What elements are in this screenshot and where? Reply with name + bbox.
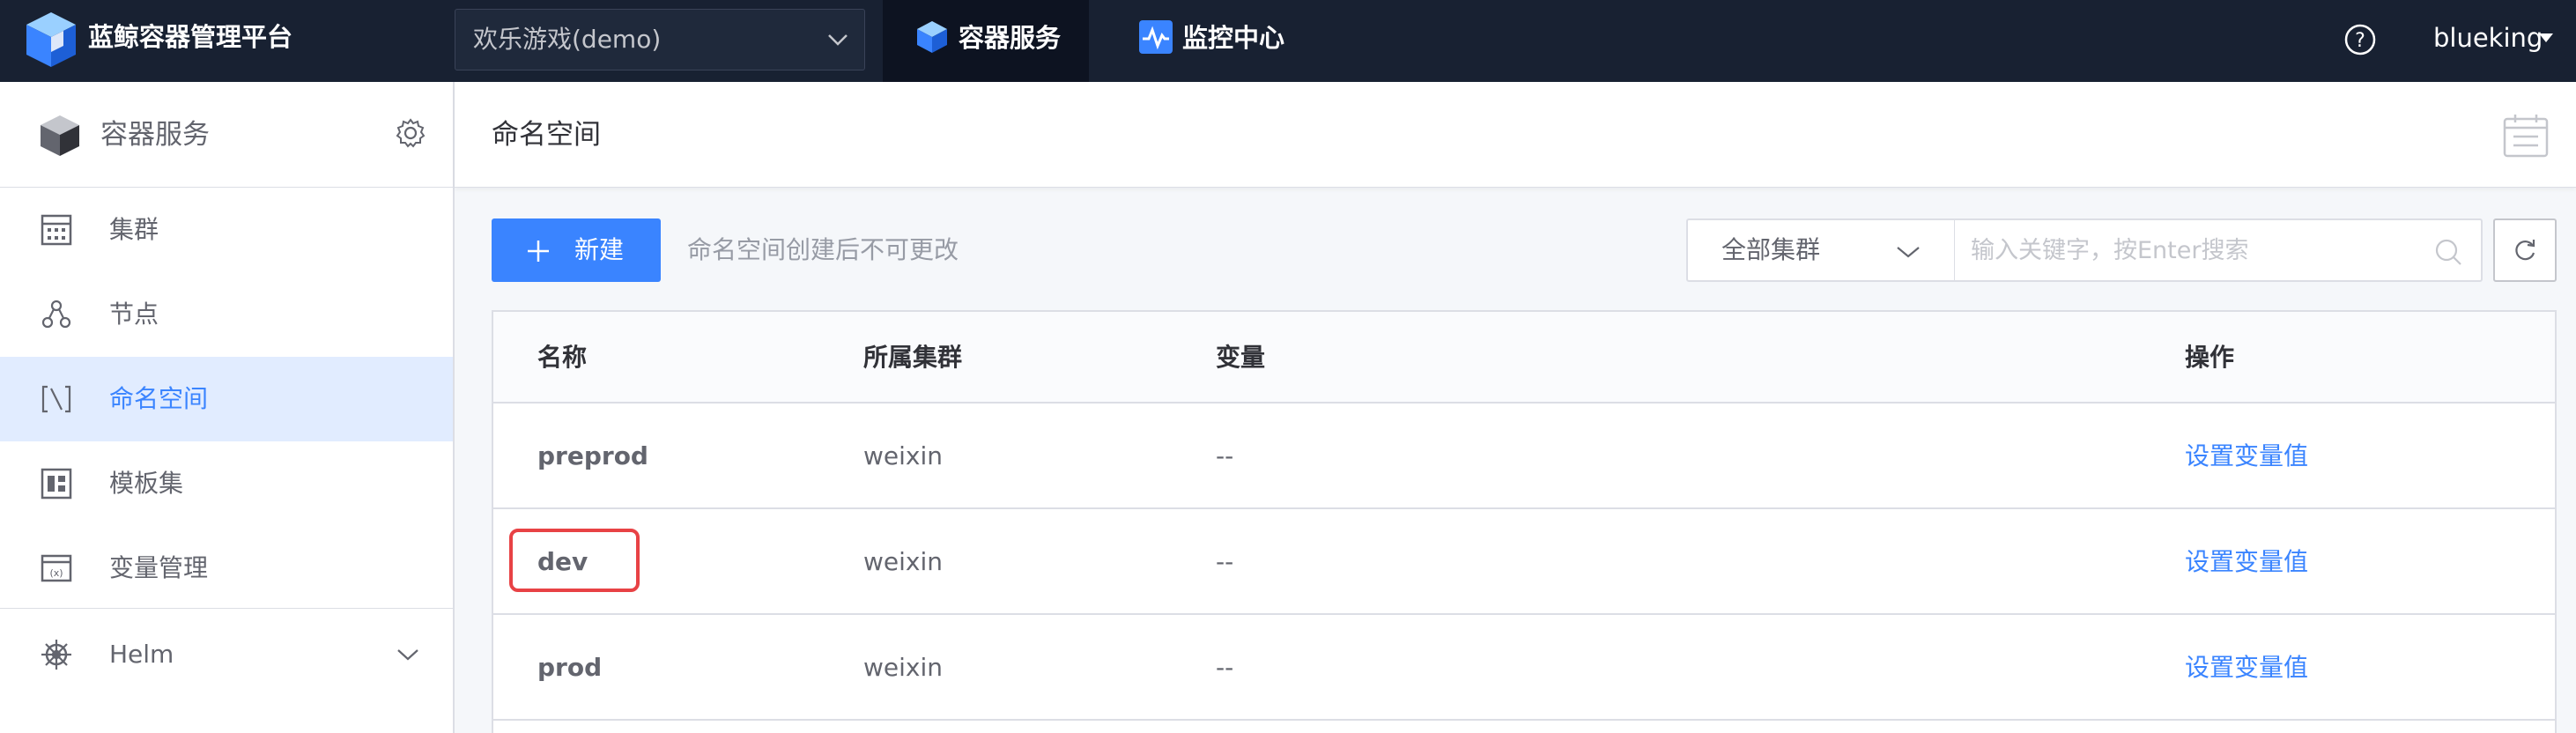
table-row: prod weixin -- 设置变量值 — [493, 615, 2555, 721]
namespace-cluster: weixin — [863, 441, 944, 470]
sidebar-item-label: 模板集 — [109, 469, 184, 498]
sidebar-item-template[interactable]: 模板集 — [0, 441, 453, 526]
template-icon — [41, 468, 72, 500]
sidebar-item-label: Helm — [109, 640, 174, 669]
nav-tab-monitor[interactable]: 监控中心 — [1089, 0, 1300, 82]
new-button-label: 新建 — [574, 235, 625, 264]
namespace-variables: -- — [1216, 653, 1234, 682]
top-nav-bar: 蓝鲸容器管理平台 欢乐游戏(demo) 容器服务 监控中心 ? blueking — [0, 0, 2576, 82]
namespace-cluster: weixin — [863, 547, 944, 576]
set-variable-link[interactable]: 设置变量值 — [2185, 404, 2308, 509]
sidebar-divider — [0, 608, 453, 609]
sidebar-item-node[interactable]: 节点 — [0, 272, 453, 357]
namespace-hint: 命名空间创建后不可更改 — [687, 235, 959, 264]
user-name[interactable]: blueking — [2433, 0, 2543, 76]
namespace-variables: -- — [1216, 547, 1234, 576]
sidebar-item-variable[interactable]: (x) 变量管理 — [0, 526, 453, 611]
namespace-icon — [41, 385, 71, 413]
monitor-icon — [1139, 20, 1173, 54]
project-select-value: 欢乐游戏(demo) — [473, 25, 662, 54]
chevron-down-icon — [828, 34, 848, 46]
svg-text:(x): (x) — [49, 567, 63, 579]
table-row: preprod weixin -- 设置变量值 — [493, 404, 2555, 509]
namespace-name: preprod — [537, 441, 648, 470]
node-icon — [41, 300, 71, 329]
cluster-select-value: 全部集群 — [1721, 235, 1821, 264]
cube-icon — [41, 115, 79, 156]
new-namespace-button[interactable]: 新建 — [492, 218, 661, 282]
search-box — [1954, 218, 2483, 282]
sidebar: 容器服务 集群 节点 命名空间 模板集 (x) 变量管理 Helm — [0, 82, 455, 733]
namespace-name: dev — [537, 547, 588, 576]
sidebar-item-label: 变量管理 — [109, 553, 209, 582]
nav-tab-container-service[interactable]: 容器服务 — [883, 0, 1089, 82]
column-header-actions: 操作 — [2185, 343, 2235, 372]
svg-text:?: ? — [2355, 30, 2365, 52]
search-input[interactable] — [1971, 227, 2420, 273]
sidebar-item-helm[interactable]: Helm — [0, 612, 453, 697]
cluster-filter-select[interactable]: 全部集群 — [1686, 218, 1956, 282]
chevron-down-icon — [1897, 247, 1920, 258]
sidebar-header: 容器服务 — [0, 82, 453, 188]
cube-icon — [917, 21, 947, 53]
gear-icon[interactable] — [395, 117, 426, 149]
nav-tab-label: 容器服务 — [959, 23, 1062, 53]
variable-icon: (x) — [41, 554, 72, 582]
page-title: 命名空间 — [492, 119, 601, 151]
cluster-icon — [41, 214, 72, 246]
column-header-cluster: 所属集群 — [863, 343, 963, 372]
brand-title[interactable]: 蓝鲸容器管理平台 — [88, 0, 292, 82]
table-row: dev weixin -- 设置变量值 — [493, 509, 2555, 615]
namespace-variables: -- — [1216, 441, 1234, 470]
sidebar-item-label: 节点 — [109, 300, 159, 329]
search-icon[interactable] — [2434, 238, 2462, 266]
plus-icon — [528, 241, 549, 262]
help-icon[interactable]: ? — [2343, 23, 2377, 56]
helm-icon — [41, 640, 71, 670]
chevron-down-icon — [397, 649, 418, 661]
bk-logo-icon[interactable] — [25, 11, 78, 69]
project-select[interactable]: 欢乐游戏(demo) — [455, 9, 865, 70]
namespace-cluster: weixin — [863, 653, 944, 682]
sidebar-item-label: 命名空间 — [109, 384, 209, 413]
sidebar-item-label: 集群 — [109, 215, 159, 244]
nav-tab-label: 监控中心 — [1182, 23, 1285, 53]
set-variable-link[interactable]: 设置变量值 — [2185, 509, 2308, 615]
set-variable-link[interactable]: 设置变量值 — [2185, 615, 2308, 721]
table-header: 名称 所属集群 变量 操作 — [493, 312, 2555, 404]
sidebar-item-namespace[interactable]: 命名空间 — [0, 357, 453, 441]
page-header: 命名空间 — [455, 82, 2576, 188]
refresh-icon — [2515, 240, 2535, 261]
namespace-table: 名称 所属集群 变量 操作 preprod weixin -- 设置变量值 de… — [492, 310, 2557, 733]
calendar-icon[interactable] — [2503, 114, 2549, 158]
refresh-button[interactable] — [2493, 218, 2557, 282]
sidebar-title: 容器服务 — [100, 119, 210, 151]
column-header-variables: 变量 — [1216, 343, 1266, 372]
sidebar-item-cluster[interactable]: 集群 — [0, 188, 453, 272]
namespace-name: prod — [537, 653, 603, 682]
column-header-name: 名称 — [537, 343, 588, 372]
chevron-down-icon[interactable] — [2537, 32, 2555, 44]
